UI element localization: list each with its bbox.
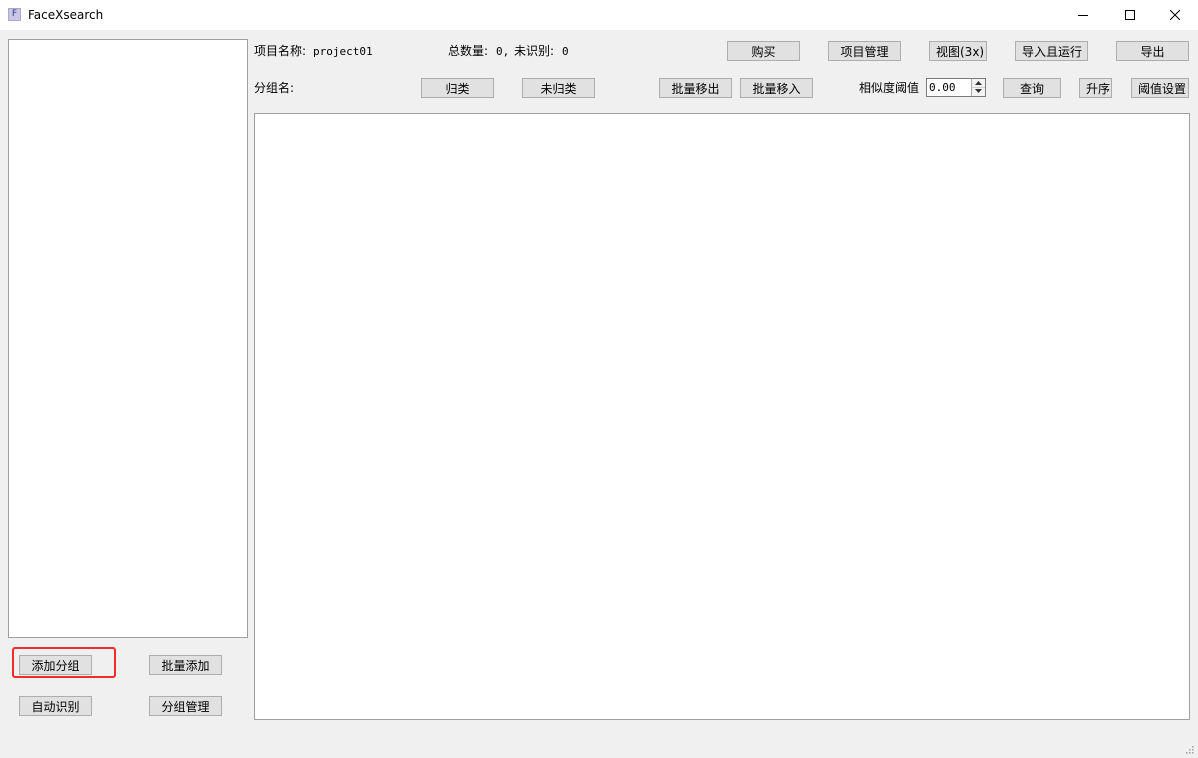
spin-arrows — [971, 79, 985, 96]
similarity-threshold-label: 相似度阈值 — [859, 81, 920, 95]
unrecognized-value: 0 — [562, 45, 569, 58]
ascending-button[interactable]: 升序 — [1079, 78, 1112, 98]
minimize-button[interactable] — [1060, 0, 1106, 30]
close-button[interactable] — [1152, 0, 1198, 30]
window-title: FaceXsearch — [28, 8, 104, 22]
unclassified-button[interactable]: 未归类 — [522, 78, 595, 98]
similarity-threshold-value[interactable]: 0.00 — [929, 80, 956, 95]
export-button[interactable]: 导出 — [1116, 41, 1189, 61]
minimize-icon — [1078, 15, 1088, 16]
query-button[interactable]: 查询 — [1003, 78, 1061, 98]
app-icon: F — [8, 8, 21, 21]
close-icon — [1170, 10, 1180, 20]
add-group-button[interactable]: 添加分组 — [19, 655, 92, 675]
resize-grip-icon[interactable] — [1184, 744, 1194, 754]
group-list[interactable] — [8, 39, 248, 638]
classify-button[interactable]: 归类 — [421, 78, 494, 98]
auto-recognize-button[interactable]: 自动识别 — [19, 696, 92, 716]
batch-add-button[interactable]: 批量添加 — [149, 655, 222, 675]
similarity-threshold-spinbox[interactable]: 0.00 — [926, 78, 986, 97]
import-run-button[interactable]: 导入且运行 — [1015, 41, 1088, 61]
batch-move-in-button[interactable]: 批量移入 — [740, 78, 813, 98]
threshold-settings-button[interactable]: 阈值设置 — [1131, 78, 1189, 98]
unrecognized-label: 未识别: — [514, 44, 555, 58]
view-button[interactable]: 视图(3x) — [929, 41, 987, 61]
batch-move-out-button[interactable]: 批量移出 — [659, 78, 732, 98]
title-bar[interactable]: F FaceXsearch — [0, 0, 1198, 30]
total-count-label: 总数量: — [448, 44, 489, 58]
project-name-value: project01 — [313, 45, 373, 58]
arrow-up-icon — [975, 81, 982, 85]
total-count-value: 0, — [496, 45, 510, 58]
group-manage-button[interactable]: 分组管理 — [149, 696, 222, 716]
maximize-button[interactable] — [1107, 0, 1153, 30]
group-name-label: 分组名: — [254, 81, 295, 95]
spin-down-button[interactable] — [972, 87, 985, 95]
arrow-down-icon — [975, 89, 982, 93]
buy-button[interactable]: 购买 — [727, 41, 800, 61]
project-name-label: 项目名称: — [254, 44, 307, 58]
results-panel[interactable] — [254, 113, 1190, 720]
project-manage-button[interactable]: 项目管理 — [828, 41, 901, 61]
maximize-icon — [1125, 10, 1135, 20]
